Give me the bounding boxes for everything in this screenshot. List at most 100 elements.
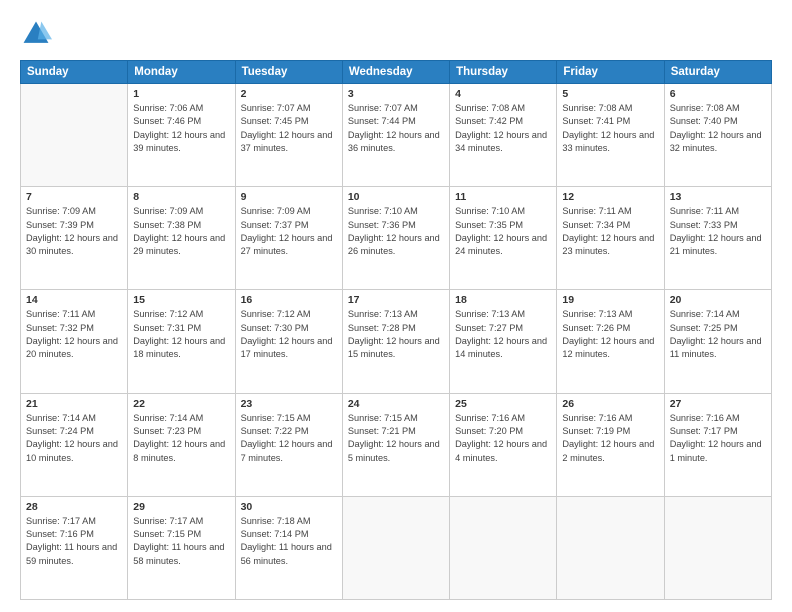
calendar-cell: 23 Sunrise: 7:15 AMSunset: 7:22 PMDayligh…	[235, 393, 342, 496]
day-info: Sunrise: 7:07 AMSunset: 7:44 PMDaylight:…	[348, 102, 444, 155]
calendar-cell: 8 Sunrise: 7:09 AMSunset: 7:38 PMDaylight…	[128, 187, 235, 290]
calendar-week-row: 28 Sunrise: 7:17 AMSunset: 7:16 PMDayligh…	[21, 496, 772, 599]
calendar-week-row: 1 Sunrise: 7:06 AMSunset: 7:46 PMDaylight…	[21, 84, 772, 187]
day-of-week-header: Friday	[557, 61, 664, 84]
day-of-week-header: Monday	[128, 61, 235, 84]
day-of-week-header: Thursday	[450, 61, 557, 84]
day-number: 14	[26, 294, 122, 306]
calendar-cell: 16 Sunrise: 7:12 AMSunset: 7:30 PMDayligh…	[235, 290, 342, 393]
day-number: 25	[455, 398, 551, 410]
day-of-week-header: Saturday	[664, 61, 771, 84]
day-info: Sunrise: 7:11 AMSunset: 7:33 PMDaylight:…	[670, 205, 766, 258]
calendar-cell: 25Sunrise: 7:16 AMSunset: 7:20 PMDayligh…	[450, 393, 557, 496]
day-number: 1	[133, 88, 229, 100]
day-info: Sunrise: 7:08 AMSunset: 7:40 PMDaylight:…	[670, 102, 766, 155]
day-number: 22	[133, 398, 229, 410]
header	[20, 18, 772, 50]
day-number: 10	[348, 191, 444, 203]
day-info: Sunrise: 7:10 AMSunset: 7:35 PMDaylight:…	[455, 205, 551, 258]
day-number: 3	[348, 88, 444, 100]
day-number: 28	[26, 501, 122, 513]
day-info: Sunrise: 7:08 AMSunset: 7:41 PMDaylight:…	[562, 102, 658, 155]
day-info: Sunrise: 7:09 AMSunset: 7:38 PMDaylight:…	[133, 205, 229, 258]
day-number: 17	[348, 294, 444, 306]
day-info: Sunrise: 7:08 AMSunset: 7:42 PMDaylight:…	[455, 102, 551, 155]
calendar-cell	[450, 496, 557, 599]
day-info: Sunrise: 7:15 AMSunset: 7:21 PMDaylight:…	[348, 412, 444, 465]
calendar-header-row: SundayMondayTuesdayWednesdayThursdayFrid…	[21, 61, 772, 84]
day-info: Sunrise: 7:16 AMSunset: 7:17 PMDaylight:…	[670, 412, 766, 465]
calendar-cell: 9 Sunrise: 7:09 AMSunset: 7:37 PMDaylight…	[235, 187, 342, 290]
calendar-cell: 15Sunrise: 7:12 AMSunset: 7:31 PMDayligh…	[128, 290, 235, 393]
day-info: Sunrise: 7:16 AMSunset: 7:19 PMDaylight:…	[562, 412, 658, 465]
page: SundayMondayTuesdayWednesdayThursdayFrid…	[0, 0, 792, 612]
day-info: Sunrise: 7:11 AMSunset: 7:34 PMDaylight:…	[562, 205, 658, 258]
day-number: 19	[562, 294, 658, 306]
day-number: 23	[241, 398, 337, 410]
day-number: 6	[670, 88, 766, 100]
day-info: Sunrise: 7:15 AMSunset: 7:22 PMDaylight:…	[241, 412, 337, 465]
day-info: Sunrise: 7:09 AMSunset: 7:37 PMDaylight:…	[241, 205, 337, 258]
calendar-cell: 14 Sunrise: 7:11 AMSunset: 7:32 PMDayligh…	[21, 290, 128, 393]
day-info: Sunrise: 7:17 AMSunset: 7:16 PMDaylight:…	[26, 515, 122, 568]
day-number: 7	[26, 191, 122, 203]
day-number: 21	[26, 398, 122, 410]
day-info: Sunrise: 7:11 AMSunset: 7:32 PMDaylight:…	[26, 308, 122, 361]
calendar-cell: 20Sunrise: 7:14 AMSunset: 7:25 PMDayligh…	[664, 290, 771, 393]
logo-icon	[20, 18, 52, 50]
calendar-cell: 21 Sunrise: 7:14 AMSunset: 7:24 PMDayligh…	[21, 393, 128, 496]
day-info: Sunrise: 7:09 AMSunset: 7:39 PMDaylight:…	[26, 205, 122, 258]
calendar-cell: 6 Sunrise: 7:08 AMSunset: 7:40 PMDaylight…	[664, 84, 771, 187]
calendar-cell: 18 Sunrise: 7:13 AMSunset: 7:27 PMDayligh…	[450, 290, 557, 393]
day-number: 2	[241, 88, 337, 100]
day-info: Sunrise: 7:14 AMSunset: 7:24 PMDaylight:…	[26, 412, 122, 465]
calendar-table: SundayMondayTuesdayWednesdayThursdayFrid…	[20, 60, 772, 600]
calendar-cell: 4Sunrise: 7:08 AMSunset: 7:42 PMDaylight…	[450, 84, 557, 187]
calendar-cell: 24 Sunrise: 7:15 AMSunset: 7:21 PMDayligh…	[342, 393, 449, 496]
calendar-cell	[557, 496, 664, 599]
calendar-cell: 26 Sunrise: 7:16 AMSunset: 7:19 PMDayligh…	[557, 393, 664, 496]
day-number: 26	[562, 398, 658, 410]
calendar-cell: 13 Sunrise: 7:11 AMSunset: 7:33 PMDayligh…	[664, 187, 771, 290]
day-number: 9	[241, 191, 337, 203]
calendar-cell: 2Sunrise: 7:07 AMSunset: 7:45 PMDaylight…	[235, 84, 342, 187]
day-of-week-header: Tuesday	[235, 61, 342, 84]
day-info: Sunrise: 7:12 AMSunset: 7:30 PMDaylight:…	[241, 308, 337, 361]
day-info: Sunrise: 7:17 AMSunset: 7:15 PMDaylight:…	[133, 515, 229, 568]
calendar-cell: 3 Sunrise: 7:07 AMSunset: 7:44 PMDaylight…	[342, 84, 449, 187]
calendar-cell	[21, 84, 128, 187]
calendar-cell	[342, 496, 449, 599]
day-number: 11	[455, 191, 551, 203]
day-number: 8	[133, 191, 229, 203]
calendar-cell: 12 Sunrise: 7:11 AMSunset: 7:34 PMDayligh…	[557, 187, 664, 290]
calendar-cell: 28 Sunrise: 7:17 AMSunset: 7:16 PMDayligh…	[21, 496, 128, 599]
day-info: Sunrise: 7:13 AMSunset: 7:26 PMDaylight:…	[562, 308, 658, 361]
day-number: 20	[670, 294, 766, 306]
day-number: 24	[348, 398, 444, 410]
calendar-cell: 30 Sunrise: 7:18 AMSunset: 7:14 PMDayligh…	[235, 496, 342, 599]
day-info: Sunrise: 7:14 AMSunset: 7:23 PMDaylight:…	[133, 412, 229, 465]
calendar-week-row: 21 Sunrise: 7:14 AMSunset: 7:24 PMDayligh…	[21, 393, 772, 496]
calendar-cell	[664, 496, 771, 599]
calendar-cell: 17 Sunrise: 7:13 AMSunset: 7:28 PMDayligh…	[342, 290, 449, 393]
day-info: Sunrise: 7:06 AMSunset: 7:46 PMDaylight:…	[133, 102, 229, 155]
day-number: 18	[455, 294, 551, 306]
calendar-cell: 11 Sunrise: 7:10 AMSunset: 7:35 PMDayligh…	[450, 187, 557, 290]
calendar-cell: 10 Sunrise: 7:10 AMSunset: 7:36 PMDayligh…	[342, 187, 449, 290]
day-info: Sunrise: 7:18 AMSunset: 7:14 PMDaylight:…	[241, 515, 337, 568]
calendar-cell: 27 Sunrise: 7:16 AMSunset: 7:17 PMDayligh…	[664, 393, 771, 496]
calendar-cell: 19 Sunrise: 7:13 AMSunset: 7:26 PMDayligh…	[557, 290, 664, 393]
day-number: 16	[241, 294, 337, 306]
day-info: Sunrise: 7:13 AMSunset: 7:28 PMDaylight:…	[348, 308, 444, 361]
day-info: Sunrise: 7:10 AMSunset: 7:36 PMDaylight:…	[348, 205, 444, 258]
day-info: Sunrise: 7:13 AMSunset: 7:27 PMDaylight:…	[455, 308, 551, 361]
day-number: 12	[562, 191, 658, 203]
day-number: 29	[133, 501, 229, 513]
day-info: Sunrise: 7:12 AMSunset: 7:31 PMDaylight:…	[133, 308, 229, 361]
logo	[20, 18, 56, 50]
calendar-week-row: 14 Sunrise: 7:11 AMSunset: 7:32 PMDayligh…	[21, 290, 772, 393]
day-number: 13	[670, 191, 766, 203]
day-number: 30	[241, 501, 337, 513]
calendar-week-row: 7 Sunrise: 7:09 AMSunset: 7:39 PMDaylight…	[21, 187, 772, 290]
day-number: 27	[670, 398, 766, 410]
